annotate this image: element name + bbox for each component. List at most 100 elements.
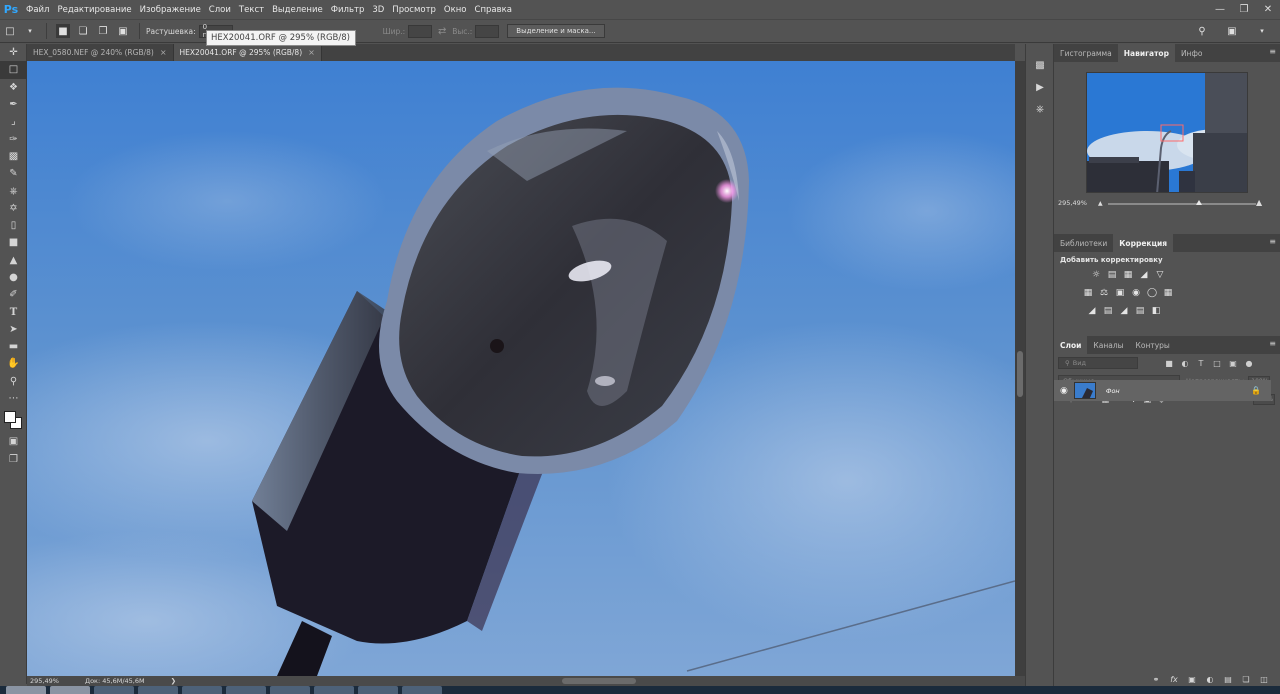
height-input[interactable]: [475, 24, 500, 38]
swap-icon[interactable]: ⇄: [435, 24, 449, 38]
quick-select-tool-icon[interactable]: ✒: [0, 96, 27, 113]
menu-edit[interactable]: Редактирование: [53, 5, 135, 15]
tab-adjustments[interactable]: Коррекция: [1113, 234, 1174, 252]
taskbar-item[interactable]: [50, 686, 90, 694]
brightness-icon[interactable]: ☼: [1090, 269, 1102, 281]
taskbar-item[interactable]: [270, 686, 310, 694]
taskbar-item[interactable]: [182, 686, 222, 694]
eye-icon[interactable]: ◉: [1060, 386, 1068, 396]
brush-tool-icon[interactable]: ✎: [0, 165, 27, 182]
levels-icon[interactable]: ▤: [1106, 269, 1118, 281]
menu-file[interactable]: Файл: [22, 5, 53, 15]
filter-shape-icon[interactable]: □: [1212, 358, 1222, 368]
menu-filter[interactable]: Фильтр: [327, 5, 369, 15]
color-balance-icon[interactable]: ⚖: [1098, 287, 1110, 299]
blur-tool-icon[interactable]: ▲: [0, 252, 27, 269]
curves-icon[interactable]: ▦: [1122, 269, 1134, 281]
tab-document-1[interactable]: HEX_0580.NEF @ 240% (RGB/8) ×: [27, 44, 174, 61]
screen-mode-icon[interactable]: ❐: [0, 451, 27, 468]
panel-menu-icon[interactable]: ≡: [1269, 339, 1276, 348]
intersect-selection-icon[interactable]: ▣: [116, 24, 130, 38]
tab-paths[interactable]: Контуры: [1130, 336, 1176, 354]
close-icon[interactable]: ×: [160, 48, 167, 57]
zoom-slider-knob[interactable]: [1196, 200, 1202, 205]
filter-pixel-icon[interactable]: ■: [1164, 358, 1174, 368]
taskbar-item[interactable]: [314, 686, 354, 694]
actions-play-icon[interactable]: ▶: [1026, 76, 1054, 98]
filter-adjustment-icon[interactable]: ◐: [1180, 358, 1190, 368]
exposure-icon[interactable]: ◢: [1138, 269, 1150, 281]
select-and-mask-button[interactable]: Выделение и маска...: [507, 24, 605, 38]
taskbar-item[interactable]: [138, 686, 178, 694]
vertical-scrollbar[interactable]: [1015, 61, 1025, 676]
menu-view[interactable]: Просмотр: [388, 5, 440, 15]
type-tool-icon[interactable]: T: [0, 303, 27, 320]
threshold-icon[interactable]: ◢: [1118, 305, 1130, 317]
tab-info[interactable]: Инфо: [1175, 44, 1209, 62]
new-adjustment-icon[interactable]: ◐: [1205, 674, 1215, 684]
eraser-tool-icon[interactable]: ▯: [0, 217, 27, 234]
move-tool-icon[interactable]: ✛: [0, 44, 27, 61]
clone-source-icon[interactable]: ⎈: [1026, 98, 1054, 120]
history-panel-icon[interactable]: ▩: [1026, 54, 1054, 76]
close-icon[interactable]: ✕: [1256, 0, 1280, 19]
menu-select[interactable]: Выделение: [268, 5, 327, 15]
layer-search-input[interactable]: ⚲ Вид: [1058, 357, 1138, 369]
document-canvas[interactable]: [27, 61, 1015, 676]
panel-menu-icon[interactable]: ≡: [1269, 237, 1276, 246]
path-select-tool-icon[interactable]: ➤: [0, 321, 27, 338]
menu-help[interactable]: Справка: [471, 5, 516, 15]
crop-tool-icon[interactable]: ⌟: [0, 113, 27, 130]
zoom-in-icon[interactable]: ▲: [1256, 198, 1262, 207]
selective-color-icon[interactable]: ◧: [1150, 305, 1162, 317]
taskbar-item[interactable]: [94, 686, 134, 694]
zoom-tool-icon[interactable]: ⚲: [0, 373, 27, 390]
navigator-zoom-value[interactable]: 295,49%: [1058, 199, 1087, 207]
layer-name[interactable]: Фон: [1106, 387, 1120, 395]
subtract-selection-icon[interactable]: ❐: [96, 24, 110, 38]
history-brush-tool-icon[interactable]: ✡: [0, 200, 27, 217]
new-group-icon[interactable]: ▤: [1223, 674, 1233, 684]
black-white-icon[interactable]: ▣: [1114, 287, 1126, 299]
chevron-down-icon[interactable]: ▾: [1255, 24, 1269, 38]
hand-tool-icon[interactable]: ✋: [0, 355, 27, 372]
filter-toggle-icon[interactable]: ●: [1244, 358, 1254, 368]
posterize-icon[interactable]: ▤: [1102, 305, 1114, 317]
menu-type[interactable]: Текст: [235, 5, 268, 15]
zoom-slider[interactable]: [1108, 203, 1256, 205]
taskbar-item[interactable]: [358, 686, 398, 694]
menu-window[interactable]: Окно: [440, 5, 471, 15]
layer-row-background[interactable]: ◉ Фон 🔒: [1054, 380, 1271, 401]
color-swatches[interactable]: [0, 407, 27, 433]
pen-tool-icon[interactable]: ✐: [0, 286, 27, 303]
menu-layers[interactable]: Слои: [205, 5, 235, 15]
menu-3d[interactable]: 3D: [368, 5, 388, 15]
add-selection-icon[interactable]: ❏: [76, 24, 90, 38]
marquee-tool-preset-icon[interactable]: □: [3, 24, 17, 38]
minimize-icon[interactable]: —: [1208, 0, 1232, 19]
channel-mixer-icon[interactable]: ◯: [1146, 287, 1158, 299]
dodge-tool-icon[interactable]: ●: [0, 269, 27, 286]
menu-image[interactable]: Изображение: [136, 5, 205, 15]
taskbar-item[interactable]: [402, 686, 442, 694]
tab-navigator[interactable]: Навигатор: [1117, 44, 1175, 62]
zoom-out-icon[interactable]: ▲: [1098, 200, 1103, 207]
add-mask-icon[interactable]: ▣: [1187, 674, 1197, 684]
panel-menu-icon[interactable]: ≡: [1269, 47, 1276, 56]
gradient-tool-icon[interactable]: ■: [0, 234, 27, 251]
rect-marquee-tool-icon[interactable]: □: [0, 61, 27, 79]
eyedropper-tool-icon[interactable]: ✑: [0, 130, 27, 147]
hue-saturation-icon[interactable]: ▦: [1082, 287, 1094, 299]
horizontal-scroll-thumb[interactable]: [562, 678, 636, 684]
vertical-scroll-thumb[interactable]: [1017, 351, 1023, 397]
tab-libraries[interactable]: Библиотеки: [1054, 234, 1113, 252]
clone-stamp-tool-icon[interactable]: ⎈: [0, 182, 27, 199]
healing-brush-tool-icon[interactable]: ▩: [0, 148, 27, 165]
restore-icon[interactable]: ❐: [1232, 0, 1256, 19]
link-layers-icon[interactable]: ⚭: [1151, 674, 1161, 684]
close-icon[interactable]: ×: [308, 48, 315, 57]
taskbar-item[interactable]: [226, 686, 266, 694]
status-zoom[interactable]: 295,49%: [27, 677, 85, 685]
tab-layers[interactable]: Слои: [1054, 336, 1088, 354]
new-selection-icon[interactable]: ■: [56, 24, 70, 38]
